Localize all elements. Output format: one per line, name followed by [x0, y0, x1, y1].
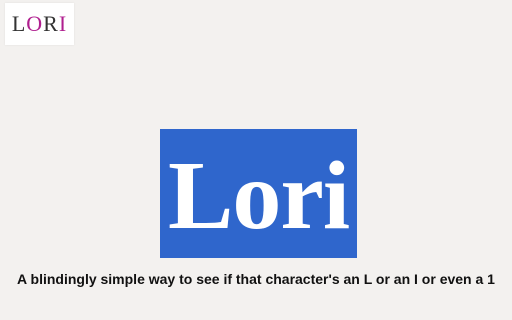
- hero-banner: Lori: [160, 129, 357, 258]
- logo-letter-r: R: [43, 11, 59, 36]
- tagline: A blindingly simple way to see if that c…: [17, 271, 495, 287]
- logo-letter-o: O: [26, 11, 44, 36]
- logo-link[interactable]: LORI: [5, 3, 74, 45]
- logo-letter-i: I: [58, 11, 68, 36]
- logo-letter-l: L: [11, 11, 27, 36]
- hero-title: Lori: [167, 141, 350, 250]
